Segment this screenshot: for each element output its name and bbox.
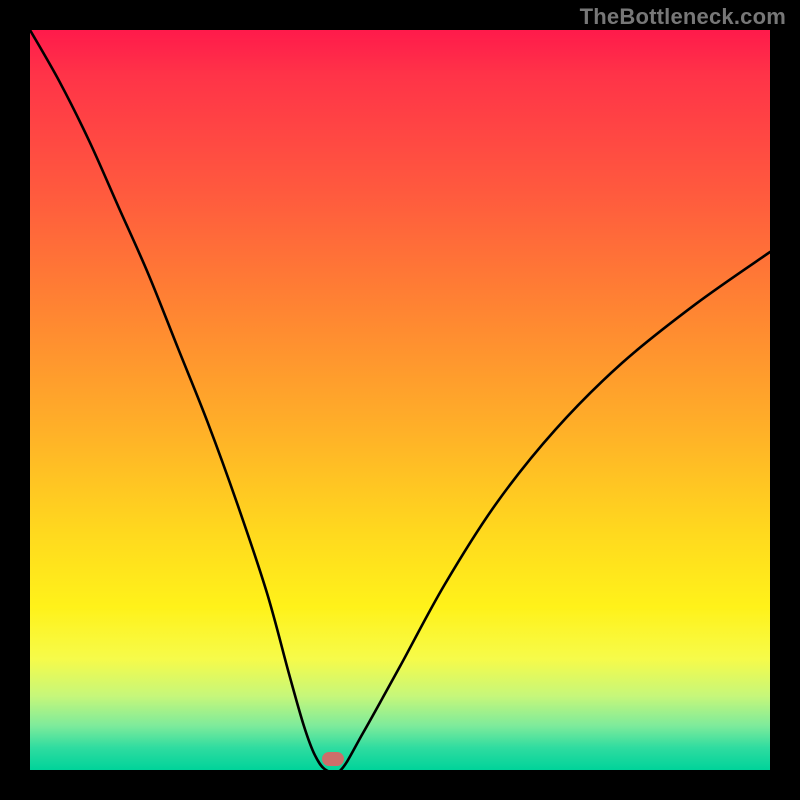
- plot-area: [30, 30, 770, 770]
- bottleneck-curve: [30, 30, 770, 770]
- watermark-text: TheBottleneck.com: [580, 4, 786, 30]
- optimum-marker: [322, 752, 344, 766]
- chart-frame: TheBottleneck.com: [0, 0, 800, 800]
